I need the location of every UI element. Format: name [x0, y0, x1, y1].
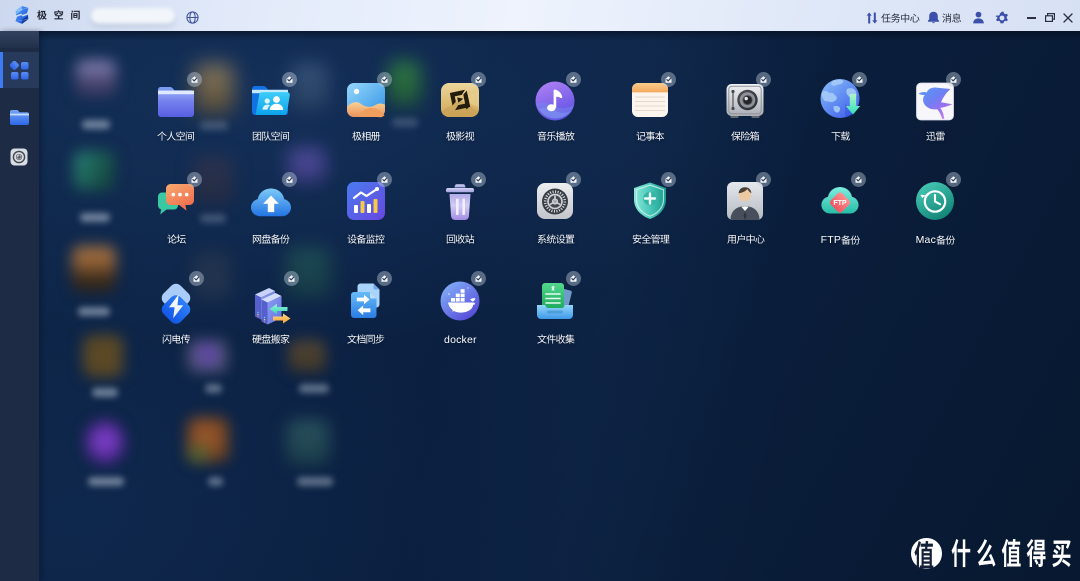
svg-text:FTP: FTP [834, 200, 848, 207]
